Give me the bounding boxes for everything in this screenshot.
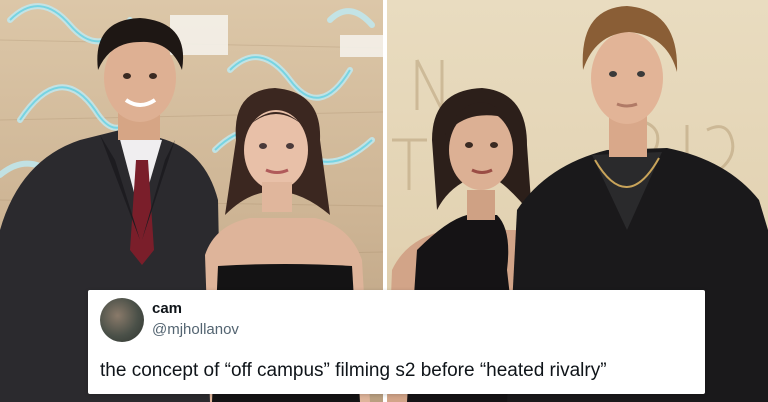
tweet-card: cam @mjhollanov the concept of “off camp… (88, 290, 705, 394)
avatar[interactable] (100, 298, 144, 342)
user-handle[interactable]: @mjhollanov (152, 321, 239, 338)
display-name[interactable]: cam (152, 300, 182, 317)
tweet-text: the concept of “off campus” filming s2 b… (100, 360, 607, 381)
